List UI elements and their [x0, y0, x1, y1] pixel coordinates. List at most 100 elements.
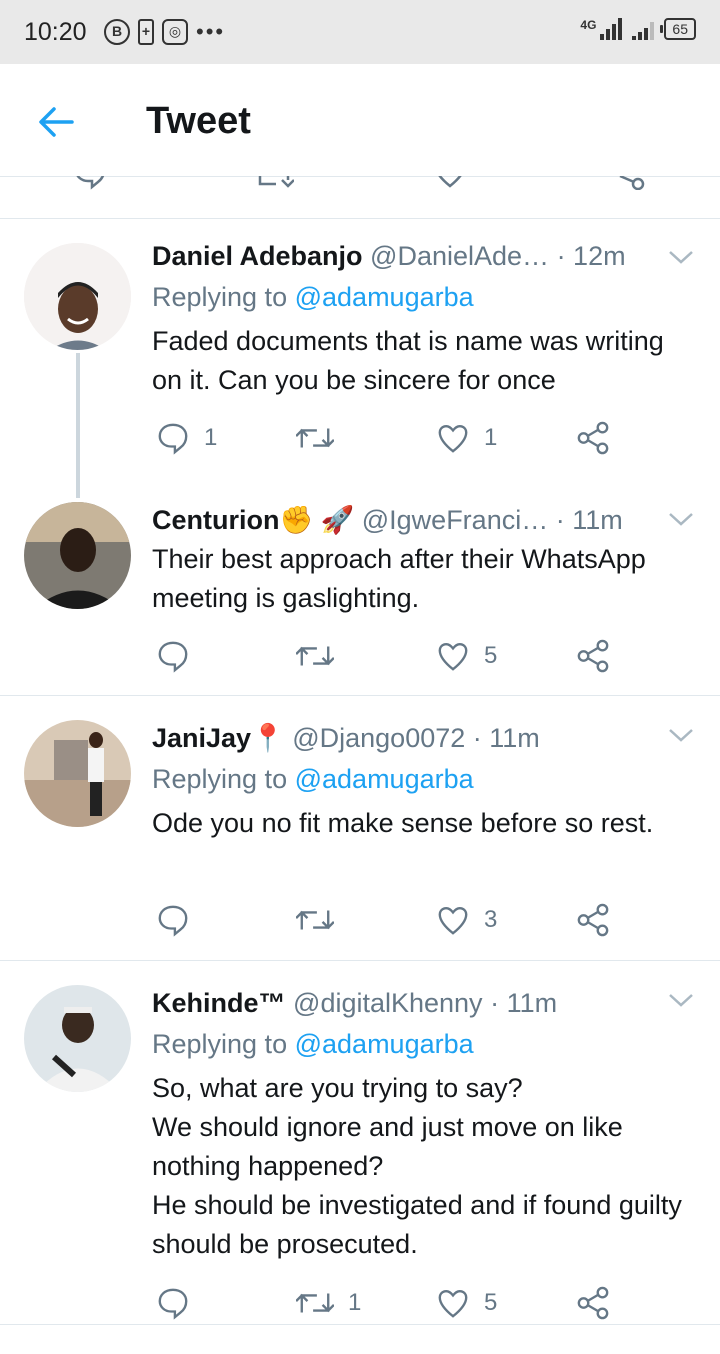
replying-prefix: Replying to — [152, 282, 288, 312]
tweet-text: Their best approach after their WhatsApp… — [152, 544, 646, 613]
tweet-text: Ode you no fit make sense before so rest… — [152, 808, 654, 838]
replying-to-link[interactable]: @adamugarba — [295, 764, 474, 794]
instagram-icon: ◎ — [162, 19, 188, 45]
user-handle[interactable]: @IgweFranci… — [362, 505, 548, 535]
signal-2-icon — [632, 18, 655, 40]
reply-count: 1 — [204, 424, 218, 451]
retweet-button[interactable] — [296, 418, 348, 458]
heart-icon — [438, 425, 468, 453]
tweet-time: · 11m — [555, 505, 623, 535]
chevron-down-icon[interactable] — [666, 508, 696, 530]
arrow-left-icon[interactable] — [36, 104, 76, 140]
like-count: 5 — [484, 1289, 498, 1316]
tweet-time: · 12m — [556, 241, 626, 271]
share-icon — [577, 903, 609, 937]
like-count: 5 — [484, 642, 498, 669]
like-button[interactable]: 3 — [436, 900, 497, 940]
share-button[interactable] — [576, 900, 610, 940]
avatar[interactable] — [24, 502, 131, 609]
tweet-item[interactable]: Centurion✊ 🚀 @IgweFranci… · 11m Their be… — [0, 478, 720, 696]
status-bar: 10:20 B + ◎ ••• 4G 65 — [0, 0, 720, 64]
tweet-text-line: He should be investigated and if found g… — [152, 1190, 682, 1259]
battery-icon: 65 — [660, 18, 696, 40]
tweet-actions: 1 1 — [152, 418, 712, 458]
reply-icon — [158, 423, 188, 455]
retweet-icon[interactable] — [254, 176, 294, 190]
replying-to-link[interactable]: @adamugarba — [295, 282, 474, 312]
reply-button[interactable] — [156, 900, 204, 940]
share-icon — [577, 421, 609, 455]
user-handle[interactable]: @DanielAde… — [370, 241, 549, 271]
avatar[interactable] — [24, 243, 131, 350]
thread-line — [76, 353, 80, 498]
reply-icon — [158, 641, 188, 673]
share-icon[interactable] — [610, 176, 646, 190]
reply-icon — [158, 905, 188, 937]
like-button[interactable]: 1 — [436, 418, 497, 458]
share-button[interactable] — [576, 418, 610, 458]
replying-to-link[interactable]: @adamugarba — [295, 1029, 474, 1059]
divider — [0, 1324, 720, 1325]
tweet-actions: 1 5 — [152, 1283, 712, 1323]
like-count: 3 — [484, 906, 498, 933]
heart-icon — [438, 1290, 468, 1318]
heart-icon[interactable] — [432, 176, 468, 190]
tweet-item[interactable]: Kehinde™ @digitalKhenny · 11m Replying t… — [0, 961, 720, 1326]
tweet-header: JaniJay📍 @Django0072 · 11m — [152, 720, 540, 756]
tweet-item[interactable]: Daniel Adebanjo @DanielAde… · 12m Replyi… — [0, 218, 720, 498]
tweet-header: Kehinde™ @digitalKhenny · 11m — [152, 985, 557, 1021]
like-count: 1 — [484, 424, 498, 451]
status-right: 4G 65 — [580, 18, 696, 40]
user-name[interactable]: Centurion✊ 🚀 — [152, 505, 354, 535]
avatar[interactable] — [24, 720, 131, 827]
replying-to: Replying to @adamugarba — [152, 761, 474, 797]
user-name[interactable]: Kehinde™ — [152, 988, 286, 1018]
reply-button[interactable] — [156, 636, 204, 676]
chevron-down-icon[interactable] — [666, 989, 696, 1011]
user-name[interactable]: Daniel Adebanjo — [152, 241, 363, 271]
replying-to: Replying to @adamugarba — [152, 279, 474, 315]
tweet-text-line: We should ignore and just move on like n… — [152, 1112, 623, 1181]
reply-icon — [158, 1288, 188, 1320]
tweet-item[interactable]: JaniJay📍 @Django0072 · 11m Replying to @… — [0, 696, 720, 960]
status-time: 10:20 — [24, 18, 87, 46]
retweet-button[interactable] — [296, 900, 348, 940]
like-button[interactable]: 5 — [436, 1283, 497, 1323]
notification-icons: B + ◎ ••• — [104, 18, 225, 46]
tweet-time: · 11m — [472, 723, 540, 753]
retweet-icon — [296, 646, 334, 666]
user-handle[interactable]: @Django0072 — [292, 723, 465, 753]
share-button[interactable] — [576, 1283, 610, 1323]
reply-button[interactable] — [156, 1283, 204, 1323]
tweet-time: · 11m — [490, 988, 558, 1018]
retweet-count: 1 — [348, 1289, 362, 1316]
chevron-down-icon[interactable] — [666, 246, 696, 268]
share-button[interactable] — [576, 636, 610, 676]
heart-icon — [438, 643, 468, 671]
chevron-down-icon[interactable] — [666, 724, 696, 746]
app-bar: Tweet — [0, 64, 720, 177]
retweet-button[interactable]: 1 — [296, 1283, 361, 1323]
tweet-actions: 5 — [152, 636, 712, 676]
user-handle[interactable]: @digitalKhenny — [293, 988, 483, 1018]
user-name[interactable]: JaniJay📍 — [152, 723, 285, 753]
share-icon — [577, 1286, 609, 1320]
tweet-header: Centurion✊ 🚀 @IgweFranci… · 11m — [152, 502, 623, 538]
more-notifications-icon: ••• — [196, 19, 226, 44]
retweet-button[interactable] — [296, 636, 348, 676]
avatar[interactable] — [24, 985, 131, 1092]
tweet-text-line: So, what are you trying to say? — [152, 1073, 523, 1103]
like-button[interactable]: 5 — [436, 636, 497, 676]
tweet-header: Daniel Adebanjo @DanielAde… · 12m — [152, 238, 626, 274]
share-icon — [577, 639, 609, 673]
signal-icon — [600, 18, 623, 40]
page-title: Tweet — [146, 100, 251, 142]
reply-icon[interactable] — [72, 176, 108, 190]
replying-prefix: Replying to — [152, 1029, 288, 1059]
reply-button[interactable]: 1 — [156, 418, 217, 458]
replying-to: Replying to @adamugarba — [152, 1026, 474, 1062]
battery-saver-icon: + — [138, 19, 154, 45]
retweet-icon — [296, 428, 334, 448]
retweet-icon — [296, 910, 334, 930]
tweet-text: So, what are you trying to say? We shoul… — [152, 1069, 700, 1264]
